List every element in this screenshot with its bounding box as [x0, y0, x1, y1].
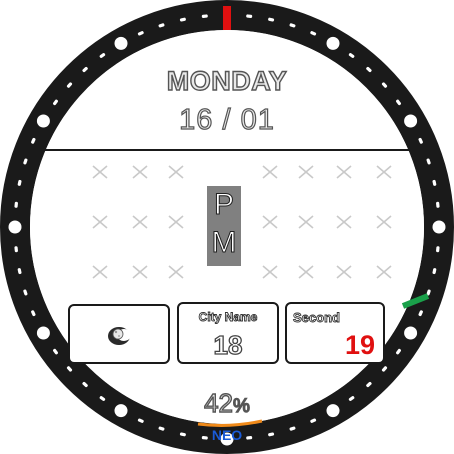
moon-icon	[108, 327, 131, 345]
ampm-letter-bottom: M	[211, 226, 237, 260]
second-widget[interactable]: Second 19	[285, 302, 385, 364]
date-label: 16 / 01	[179, 103, 275, 136]
city-widget[interactable]: City Name 18	[177, 302, 279, 364]
battery-value: 42	[203, 387, 233, 418]
city-value: 18	[213, 329, 243, 360]
brand-label: NEO	[211, 427, 243, 443]
bezel-hour-dot	[114, 36, 128, 50]
battery-unit: %	[232, 395, 250, 417]
bezel-hour-dot	[404, 114, 418, 128]
bezel-hour-dot	[326, 36, 340, 50]
city-title: City Name	[198, 310, 258, 325]
bezel-hour-dot	[432, 220, 446, 234]
watchface: MONDAY 16 / 01 P M City Name 18 Second 1…	[0, 0, 454, 454]
bezel-hour-dot	[404, 326, 418, 340]
second-title: Second	[293, 310, 341, 326]
ampm-letter-top: P	[213, 188, 234, 222]
bezel-hour-dot	[8, 220, 22, 234]
bezel-hour-dot	[36, 114, 50, 128]
ampm-indicator: P M	[207, 186, 241, 266]
bezel-hour-dot	[326, 404, 340, 418]
bezel-hour-dot	[36, 326, 50, 340]
weather-widget[interactable]	[68, 304, 170, 364]
battery-level: 42%	[180, 387, 274, 419]
second-value: 19	[344, 330, 375, 360]
bezel-hour-dot	[114, 404, 128, 418]
day-of-week: MONDAY	[166, 65, 288, 96]
twelve-marker	[223, 6, 231, 30]
